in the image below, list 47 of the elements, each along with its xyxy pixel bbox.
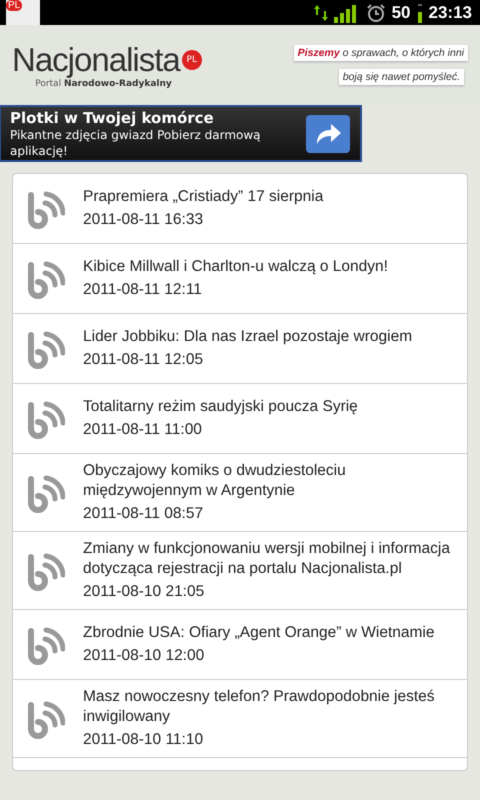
clock-time: 23:13 xyxy=(428,2,472,22)
battery-icon xyxy=(416,2,423,22)
article-date: 2011-08-11 11:00 xyxy=(83,420,203,440)
tagline-text: boją się nawet pomyśleć. xyxy=(338,69,464,85)
article-date: 2011-08-11 08:57 xyxy=(83,504,204,524)
logo-subtitle: Portal Narodowo-Radykalny xyxy=(35,79,172,89)
article-title: Kibice Millwall i Charlton-u walczą o Londyn! xyxy=(83,257,388,277)
article-title: Obyczajowy komiks o dwudziestoleciu międzywojennym w Argentynie xyxy=(83,461,347,501)
article-item[interactable]: Zmiany w funkcjonowaniu wersji mobilnej i informacja dotycząca rejestracji na portalu Nacjonalista.pl 2011-08-10 21:05 xyxy=(13,532,467,610)
article-item[interactable]: Totalitarny reżim saudyjski poucza Syrię 2011-08-11 11:00 xyxy=(13,384,467,454)
logo-badge: PL xyxy=(182,50,202,70)
feed-icon xyxy=(25,472,65,512)
feed-icon xyxy=(25,550,65,590)
data-arrows-icon xyxy=(314,2,328,22)
article-date: 2011-08-10 21:05 xyxy=(83,582,206,602)
feed-icon xyxy=(25,188,65,228)
logo-text: Nacjonalista xyxy=(12,41,180,79)
article-title: Prapremiera „Cristiady” 17 sierpnia xyxy=(83,187,324,207)
article-title: Masz nowoczesny telefon? Prawdopodobnie jesteś inwigilowany xyxy=(83,687,436,727)
alarm-clock-icon xyxy=(366,2,386,22)
article-item[interactable]: Obyczajowy komiks o dwudziestoleciu międzywojennym w Argentynie 2011-08-11 08:57 xyxy=(13,454,467,532)
article-date: 2011-08-11 12:05 xyxy=(83,350,204,370)
feed-icon xyxy=(25,398,65,438)
feed-icon xyxy=(25,698,65,738)
article-title: Totalitarny reżim saudyjski poucza Syrię xyxy=(83,397,358,417)
share-arrow-button[interactable] xyxy=(306,114,350,152)
feed-icon xyxy=(25,328,65,368)
article-title: Zmiany w funkcjonowaniu wersji mobilnej i informacja dotycząca rejestracji na portalu Nacjonalista.pl xyxy=(83,539,451,579)
battery-percent: 50 xyxy=(392,2,411,22)
article-date: 2011-08-11 16:33 xyxy=(83,210,204,230)
article-item[interactable]: Zbrodnie USA: Ofiary „Agent Orange” w Wietnamie 2011-08-10 12:00 xyxy=(13,610,467,680)
article-item[interactable]: Masz nowoczesny telefon? Prawdopodobnie jesteś inwigilowany 2011-08-10 11:10 xyxy=(13,680,467,758)
article-item[interactable]: Kibice Millwall i Charlton-u walczą o Londyn! 2011-08-11 12:11 xyxy=(13,244,467,314)
article-date: 2011-08-10 12:00 xyxy=(83,646,206,666)
article-title: Zbrodnie USA: Ofiary „Agent Orange” w Wietnamie xyxy=(83,623,434,643)
feed-icon xyxy=(25,624,65,664)
article-date: 2011-08-10 11:10 xyxy=(83,730,204,750)
tagline-text: Piszemy o sprawach, o których inni xyxy=(294,45,468,61)
article-date: 2011-08-11 12:11 xyxy=(83,280,203,300)
ad-text: Pikantne zdjęcia gwiazd Pobierz darmową aplikację! xyxy=(10,126,262,158)
app-notification-icon: PL xyxy=(6,0,40,25)
article-item[interactable]: Prapremiera „Cristiady” 17 sierpnia 2011-08-11 16:33 xyxy=(13,174,467,244)
feed-icon xyxy=(25,258,65,298)
ad-title: Plotki w Twojej komórce xyxy=(10,108,215,126)
ad-banner[interactable]: Plotki w Twojej komórce Pikantne zdjęcia gwiazd Pobierz darmową aplikację! xyxy=(0,105,362,162)
article-item[interactable]: Lider Jobbiku: Dla nas Izrael pozostaje wrogiem 2011-08-11 12:05 xyxy=(13,314,467,384)
article-title: Lider Jobbiku: Dla nas Izrael pozostaje wrogiem xyxy=(83,327,412,347)
